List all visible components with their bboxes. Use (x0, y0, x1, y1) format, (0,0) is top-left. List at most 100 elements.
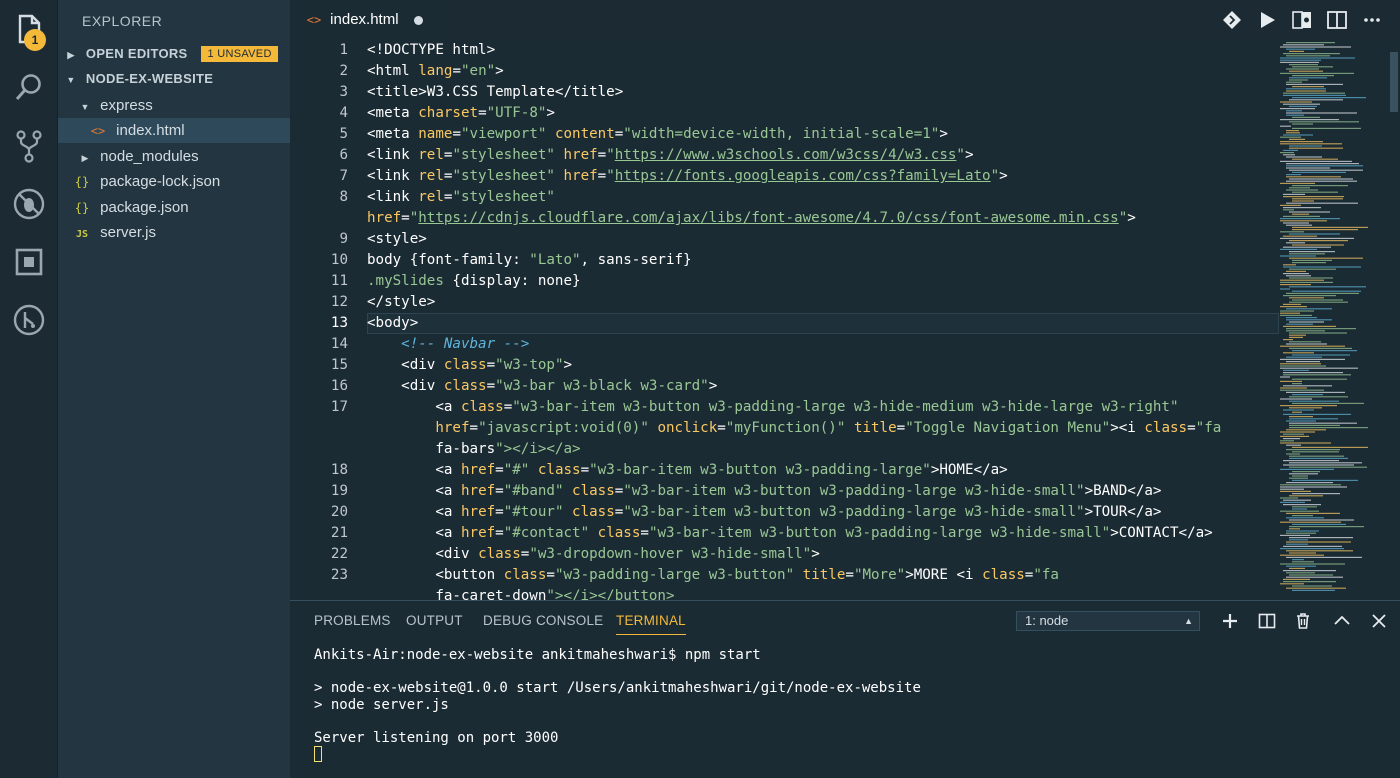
terminal-output[interactable]: Ankits-Air:node-ex-website ankitmaheshwa… (314, 647, 1384, 763)
minimap-line (1289, 147, 1343, 149)
tab-output[interactable]: OUTPUT (406, 613, 463, 635)
git-lens-icon[interactable] (11, 302, 47, 338)
vertical-scrollbar[interactable] (1390, 52, 1398, 112)
minimap-line (1286, 317, 1317, 319)
minimap-line (1286, 180, 1357, 182)
tree-item-node-modules[interactable]: ▶ node_modules (58, 144, 290, 169)
terminal-select-value: 1: node (1025, 613, 1069, 628)
split-terminal-icon[interactable] (1258, 612, 1276, 630)
minimap-line (1286, 587, 1346, 589)
minimap-line (1286, 449, 1340, 451)
search-icon[interactable] (11, 70, 47, 106)
code-line[interactable]: <div class="w3-dropdown-hover w3-hide-sm… (367, 544, 1279, 565)
minimap-line (1289, 301, 1348, 303)
tab-index-html[interactable]: <> index.html (290, 0, 442, 40)
split-editor-icon[interactable] (1327, 10, 1347, 30)
code-line[interactable]: <div class="w3-top"> (367, 355, 1279, 376)
code-line[interactable]: <body> (367, 313, 1279, 334)
minimap-line (1283, 385, 1332, 387)
minimap-line (1286, 482, 1333, 484)
debug-icon[interactable] (11, 186, 47, 222)
minimap-line (1280, 380, 1302, 382)
code-line[interactable]: </style> (367, 292, 1279, 313)
run-icon[interactable] (1257, 10, 1277, 30)
minimap-line (1289, 336, 1303, 338)
code-line[interactable]: <div class="w3-bar w3-black w3-card"> (367, 376, 1279, 397)
code-line[interactable]: <link rel="stylesheet" href="https://www… (367, 145, 1279, 166)
minimap-line (1289, 138, 1305, 140)
code-line[interactable]: <html lang="en"> (367, 61, 1279, 82)
add-terminal-icon[interactable] (1221, 612, 1239, 630)
project-label: NODE-EX-WEBSITE (85, 71, 214, 86)
code-line[interactable]: <!-- Navbar --> (367, 334, 1279, 355)
tab-problems[interactable]: PROBLEMS (314, 613, 391, 635)
minimap-line (1280, 72, 1354, 74)
code-line[interactable]: <meta charset="UTF-8"> (367, 103, 1279, 124)
unsaved-dot-icon[interactable] (414, 16, 423, 25)
minimap[interactable] (1280, 40, 1385, 600)
code-line[interactable]: <a href="#" class="w3-bar-item w3-button… (367, 460, 1279, 481)
code-line[interactable]: fa-caret-down"></i></button> (367, 586, 1279, 600)
project-header[interactable]: ▼ NODE-EX-WEBSITE (58, 66, 290, 91)
code-line[interactable]: <a href="#contact" class="w3-bar-item w3… (367, 523, 1279, 544)
tab-debug-console[interactable]: DEBUG CONSOLE (483, 613, 603, 635)
code-line[interactable]: <a href="#tour" class="w3-bar-item w3-bu… (367, 502, 1279, 523)
minimap-line (1280, 255, 1316, 257)
code-line[interactable]: fa-bars"></i></a> (367, 439, 1279, 460)
tree-item-package-lock-json[interactable]: {} package-lock.json (58, 169, 290, 194)
code-line[interactable]: <!DOCTYPE html> (367, 40, 1279, 61)
minimap-line (1283, 53, 1340, 55)
minimap-line (1286, 356, 1322, 358)
tree-item-express[interactable]: ▼ express (58, 93, 290, 118)
code-line[interactable]: <link rel="stylesheet" href="https://fon… (367, 166, 1279, 187)
minimap-line (1280, 61, 1319, 63)
terminal-select[interactable]: 1: node ▲ (1016, 611, 1200, 631)
minimap-line (1292, 394, 1323, 396)
trash-icon[interactable] (1294, 612, 1312, 630)
minimap-line (1286, 42, 1335, 44)
code-line[interactable]: href="javascript:void(0)" onclick="myFun… (367, 418, 1279, 439)
minimap-line (1292, 226, 1368, 228)
code-line[interactable]: href="https://cdnjs.cloudflare.com/ajax/… (367, 208, 1279, 229)
open-editors-header[interactable]: ▶ OPEN EDITORS 1 UNSAVED (58, 41, 290, 66)
tree-item-server-js[interactable]: JS server.js (58, 220, 290, 245)
git-compare-icon[interactable] (1222, 10, 1242, 30)
tree-item-label: index.html (116, 122, 185, 139)
more-actions-icon[interactable] (1362, 10, 1382, 30)
code-line[interactable]: <a class="w3-bar-item w3-button w3-paddi… (367, 397, 1279, 418)
chevron-down-icon: ▼ (66, 75, 76, 85)
minimap-line (1280, 363, 1321, 365)
minimap-line (1286, 174, 1301, 176)
line-number: 15 (330, 357, 348, 373)
code-line[interactable]: <style> (367, 229, 1279, 250)
minimap-line (1289, 416, 1313, 418)
tree-item-package-json[interactable]: {} package.json (58, 195, 290, 220)
minimap-line (1289, 277, 1333, 279)
maximize-panel-icon[interactable] (1333, 612, 1351, 630)
code-line[interactable]: body {font-family: "Lato", sans-serif} (367, 250, 1279, 271)
close-panel-icon[interactable] (1370, 612, 1388, 630)
tab-terminal[interactable]: TERMINAL (616, 613, 686, 635)
line-number: 12 (330, 294, 348, 310)
code-line[interactable]: <a href="#band" class="w3-bar-item w3-bu… (367, 481, 1279, 502)
code-line[interactable]: <meta name="viewport" content="width=dev… (367, 124, 1279, 145)
terminal-prompt-line[interactable] (314, 746, 1384, 763)
code-line[interactable]: .mySlides {display: none} (367, 271, 1279, 292)
minimap-line (1283, 209, 1294, 211)
html-file-icon: <> (90, 124, 106, 138)
code-editor[interactable]: 1 2 3 4 5 6 7 8 9 10 11 12 13 14 15 16 17 18 19 20 21 22 23 <!… (290, 40, 1400, 600)
tree-item-index-html[interactable]: <> index.html (58, 118, 290, 143)
code-line[interactable]: <link rel="stylesheet" (367, 187, 1279, 208)
code-line[interactable]: <title>W3.CSS Template</title> (367, 82, 1279, 103)
source-control-icon[interactable] (11, 128, 47, 164)
code-area[interactable]: <!DOCTYPE html> <html lang="en"> <title>W3… (367, 40, 1279, 600)
minimap-line (1286, 88, 1326, 90)
open-preview-icon[interactable] (1292, 10, 1312, 30)
minimap-line (1286, 55, 1330, 57)
minimap-line (1283, 460, 1339, 462)
extensions-icon[interactable] (11, 244, 47, 280)
minimap-line (1280, 405, 1337, 407)
code-line[interactable]: <button class="w3-padding-large w3-butto… (367, 565, 1279, 586)
minimap-line (1280, 389, 1324, 391)
